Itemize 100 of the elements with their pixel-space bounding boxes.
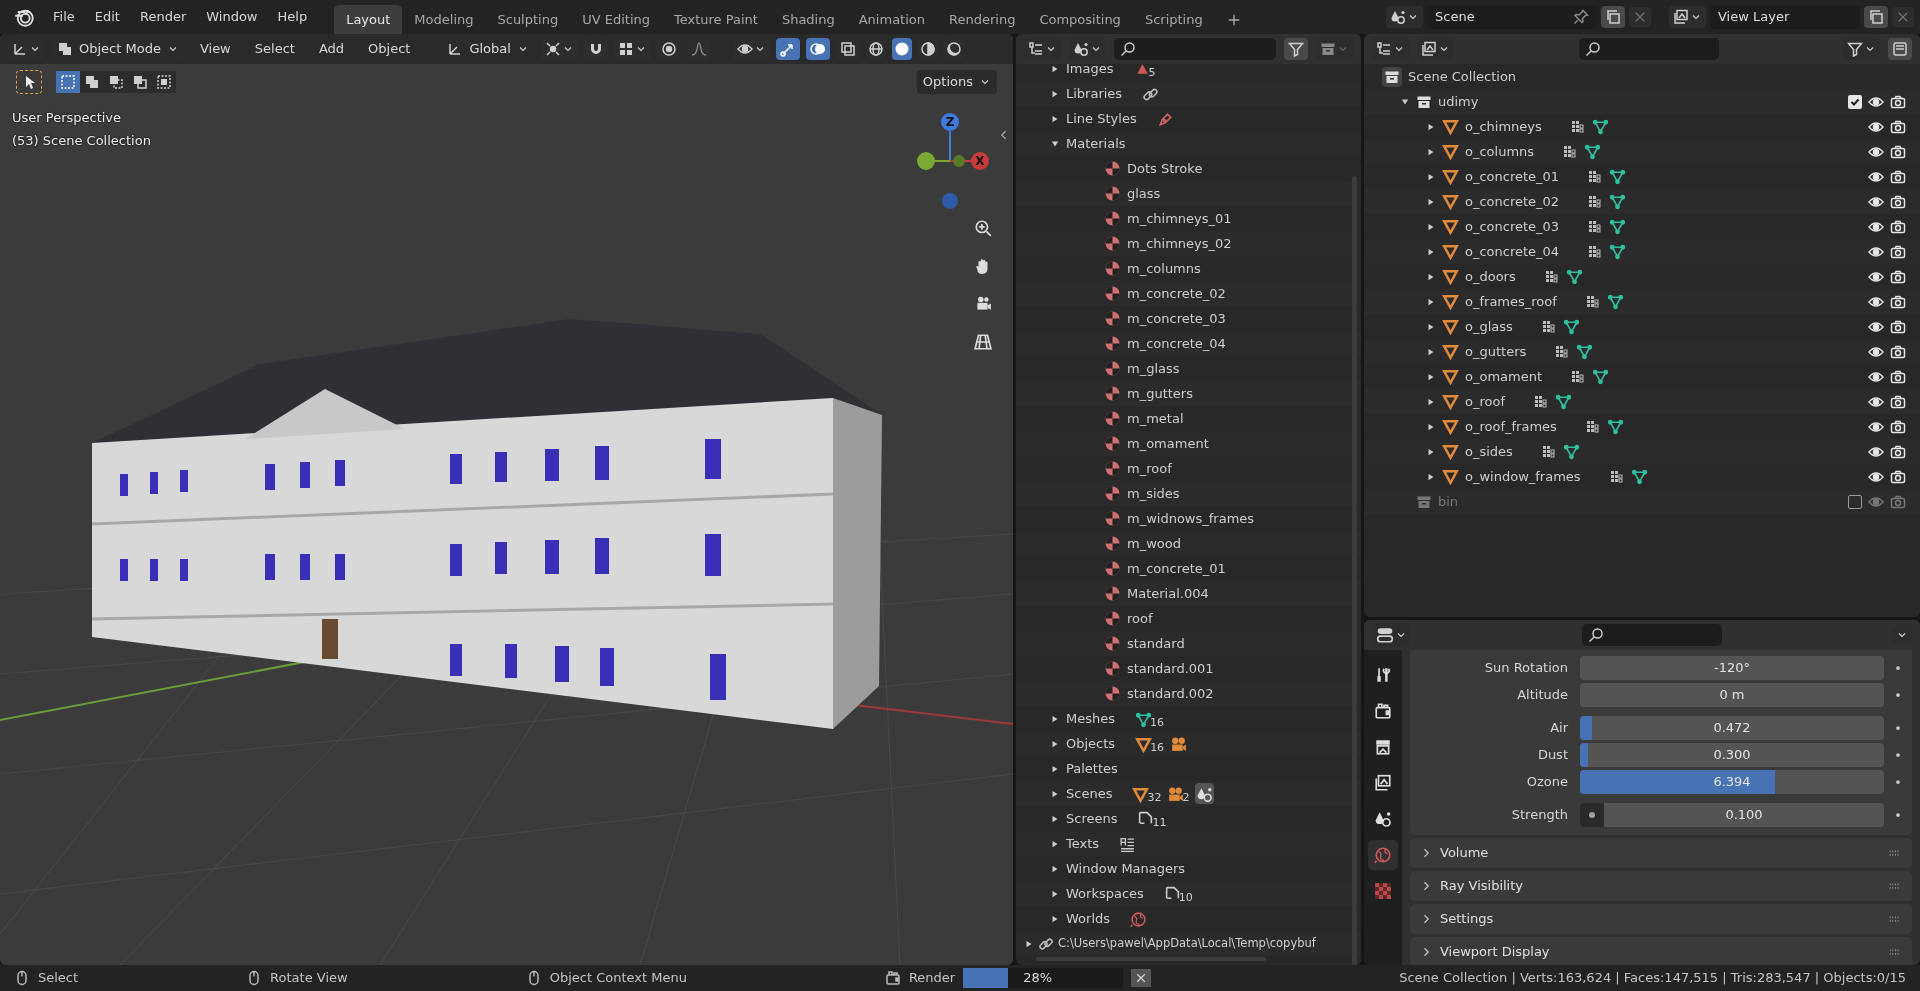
object-name[interactable]: o_sides bbox=[1465, 441, 1513, 462]
value-field[interactable]: -120° bbox=[1580, 656, 1884, 680]
view-layer-field[interactable]: View Layer bbox=[1710, 5, 1860, 29]
category-label[interactable]: Texts bbox=[1066, 833, 1100, 854]
value-field[interactable]: 0.100 bbox=[1580, 803, 1884, 827]
object-name[interactable]: o_doors bbox=[1465, 266, 1516, 287]
menu-item[interactable]: View bbox=[190, 36, 240, 62]
object-name[interactable]: o_concrete_04 bbox=[1465, 241, 1560, 262]
checkbox[interactable] bbox=[1848, 494, 1862, 509]
panel-header[interactable]: Ray Visibility bbox=[1410, 871, 1912, 901]
object-name[interactable]: o_columns bbox=[1465, 141, 1535, 162]
close-button[interactable] bbox=[1629, 7, 1651, 27]
options-dropdown[interactable]: Options bbox=[916, 70, 997, 94]
material-name[interactable]: m_omament bbox=[1127, 433, 1209, 454]
workspace-tab[interactable]: Sculpting bbox=[485, 4, 571, 34]
material-name[interactable]: m_sides bbox=[1127, 483, 1180, 504]
workspace-tab[interactable]: Shading bbox=[769, 4, 847, 34]
panel-header[interactable]: Volume bbox=[1410, 838, 1912, 868]
workspace-tab[interactable]: UV Editing bbox=[570, 4, 662, 34]
material-name[interactable]: roof bbox=[1127, 608, 1153, 629]
view-layer-menu-button[interactable] bbox=[1669, 6, 1706, 28]
copy-button[interactable] bbox=[1601, 6, 1625, 28]
cursor-tool-button[interactable] bbox=[16, 70, 42, 94]
material-name[interactable]: standard.002 bbox=[1127, 683, 1214, 704]
collection-name[interactable]: udimy bbox=[1438, 91, 1479, 112]
overlay-toggle[interactable] bbox=[805, 38, 830, 60]
menu-item[interactable]: File bbox=[44, 4, 84, 30]
object-name[interactable]: o_frames_roof bbox=[1465, 291, 1557, 312]
workspace-tab[interactable]: Scripting bbox=[1132, 4, 1215, 34]
object-name[interactable]: o_concrete_01 bbox=[1465, 166, 1560, 187]
material-name[interactable]: m_roof bbox=[1127, 458, 1172, 479]
object-name[interactable]: o_roof bbox=[1465, 391, 1505, 412]
search-field[interactable] bbox=[1581, 624, 1722, 646]
object-name[interactable]: o_gutters bbox=[1465, 341, 1527, 362]
menu-item[interactable]: Object bbox=[359, 36, 420, 62]
search-field[interactable] bbox=[1578, 38, 1719, 60]
object-name[interactable]: o_window_frames bbox=[1465, 466, 1581, 487]
material-name[interactable]: m_chimneys_02 bbox=[1127, 233, 1232, 254]
material-name[interactable]: m_wood bbox=[1127, 533, 1181, 554]
value-field[interactable]: 6.394 bbox=[1580, 770, 1884, 794]
workspace-tab[interactable]: Compositing bbox=[1027, 4, 1133, 34]
checkbox[interactable] bbox=[1848, 94, 1862, 109]
category-label[interactable]: Screens bbox=[1066, 808, 1118, 829]
shading-button[interactable] bbox=[891, 38, 912, 60]
menu-item[interactable]: Add bbox=[309, 36, 354, 62]
search-field[interactable] bbox=[1114, 38, 1276, 60]
category-label[interactable]: Line Styles bbox=[1066, 108, 1137, 129]
object-name[interactable]: o_concrete_03 bbox=[1465, 216, 1560, 237]
scene-field[interactable]: Scene bbox=[1427, 5, 1597, 29]
category-label[interactable]: Libraries bbox=[1066, 83, 1123, 104]
material-name[interactable]: Material.004 bbox=[1127, 583, 1209, 604]
material-name[interactable]: m_chimneys_01 bbox=[1127, 208, 1232, 229]
object-name[interactable]: o_omament bbox=[1465, 366, 1543, 387]
menu-item[interactable]: Edit bbox=[85, 4, 129, 30]
material-name[interactable]: m_concrete_02 bbox=[1127, 283, 1226, 304]
panel-header[interactable]: Viewport Display bbox=[1410, 937, 1912, 965]
material-name[interactable]: m_gutters bbox=[1127, 383, 1193, 404]
material-name[interactable]: glass bbox=[1127, 183, 1161, 204]
material-name[interactable]: m_columns bbox=[1127, 258, 1201, 279]
material-name[interactable]: standard.001 bbox=[1127, 658, 1214, 679]
object-name[interactable]: o_chimneys bbox=[1465, 116, 1542, 137]
workspace-tab[interactable]: Animation bbox=[846, 4, 937, 34]
collection-name[interactable]: Scene Collection bbox=[1408, 66, 1517, 87]
material-name[interactable]: Dots Stroke bbox=[1127, 158, 1203, 179]
object-name[interactable]: o_concrete_02 bbox=[1465, 191, 1560, 212]
category-label[interactable]: Objects bbox=[1066, 733, 1116, 754]
workspace-tab[interactable]: Texture Paint bbox=[662, 4, 770, 34]
close-button[interactable] bbox=[1892, 7, 1914, 27]
category-label[interactable]: Scenes bbox=[1066, 783, 1113, 804]
category-label[interactable]: Worlds bbox=[1066, 908, 1111, 929]
workspace-tab[interactable]: Layout bbox=[334, 4, 403, 34]
workspace-tab[interactable]: Modeling bbox=[402, 4, 486, 34]
select-mode-button[interactable] bbox=[152, 71, 176, 93]
menu-item[interactable]: Help bbox=[268, 4, 317, 30]
object-name[interactable]: o_glass bbox=[1465, 316, 1513, 337]
library-path[interactable]: C:\Users\pawel\AppData\Local\Temp\copybuf bbox=[1058, 934, 1316, 953]
filter-button[interactable] bbox=[1284, 38, 1308, 60]
value-field[interactable]: 0.300 bbox=[1580, 743, 1884, 767]
workspace-tab[interactable]: Rendering bbox=[937, 4, 1028, 34]
material-name[interactable]: m_concrete_04 bbox=[1127, 333, 1226, 354]
scene-menu-button[interactable] bbox=[1386, 6, 1423, 28]
value-field[interactable]: 0 m bbox=[1580, 683, 1884, 707]
cancel-button[interactable] bbox=[1131, 969, 1152, 987]
object-name[interactable]: o_roof_frames bbox=[1465, 416, 1557, 437]
gizmo-toggle[interactable] bbox=[775, 38, 800, 60]
material-name[interactable]: m_widnows_frames bbox=[1127, 508, 1255, 529]
menu-item[interactable]: Select bbox=[245, 36, 304, 62]
category-label[interactable]: Window Managers bbox=[1066, 858, 1186, 879]
material-name[interactable]: standard bbox=[1127, 633, 1185, 654]
value-field[interactable]: 0.472 bbox=[1580, 716, 1884, 740]
category-label[interactable]: Images bbox=[1066, 58, 1114, 79]
material-name[interactable]: m_concrete_03 bbox=[1127, 308, 1226, 329]
category-label[interactable]: Workspaces bbox=[1066, 883, 1144, 904]
category-label[interactable]: Meshes bbox=[1066, 708, 1115, 729]
new-collection-button[interactable] bbox=[1888, 38, 1912, 60]
material-name[interactable]: m_metal bbox=[1127, 408, 1184, 429]
scrollbar[interactable] bbox=[1352, 176, 1357, 965]
copy-button[interactable] bbox=[1864, 6, 1888, 28]
material-name[interactable]: m_glass bbox=[1127, 358, 1180, 379]
material-name[interactable]: m_concrete_01 bbox=[1127, 558, 1226, 579]
